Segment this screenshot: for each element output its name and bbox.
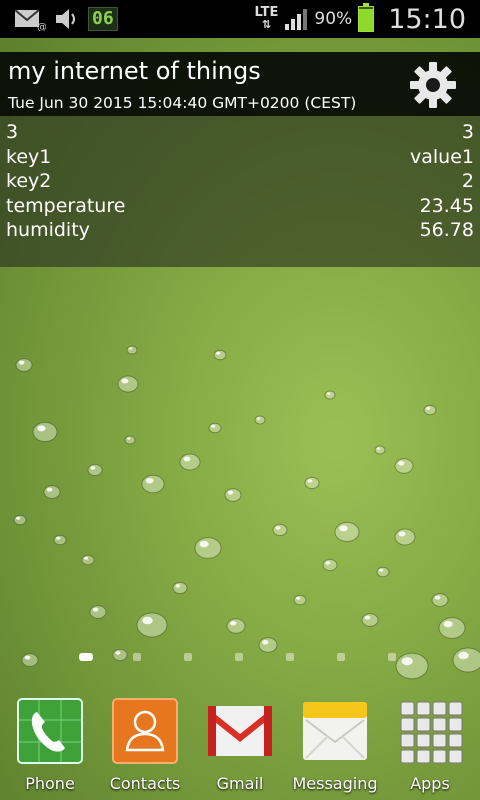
water-drop [15, 358, 33, 372]
contacts-app-button[interactable]: Contacts [97, 696, 193, 793]
water-drop [87, 463, 103, 477]
key-value-list: 3 3 key1 value1 key2 2 temperature 23.45… [0, 116, 480, 243]
water-drop [293, 594, 307, 606]
water-drop [376, 566, 390, 578]
row-key: 3 [6, 121, 19, 143]
row-key: key2 [6, 170, 52, 192]
water-drop [361, 613, 379, 627]
app-label: Contacts [109, 774, 181, 793]
app-label: Messaging [292, 774, 378, 793]
water-drop [32, 421, 58, 443]
gear-icon[interactable] [408, 60, 458, 110]
widget-title: my internet of things [8, 57, 261, 85]
water-drop [213, 349, 227, 361]
row-key: temperature [6, 194, 126, 217]
water-drop [226, 618, 246, 634]
signal-icon [285, 9, 308, 30]
water-drop [304, 476, 320, 490]
list-item: key2 2 [6, 169, 474, 194]
page-dot[interactable] [184, 653, 192, 661]
water-drop [334, 521, 360, 543]
water-drop [394, 528, 416, 546]
page-dot[interactable] [337, 653, 345, 661]
water-drop [324, 390, 336, 400]
battery-icon [358, 3, 375, 32]
water-drop [136, 612, 168, 638]
phone-icon [17, 698, 83, 764]
water-drop [423, 404, 437, 416]
apps-grid-icon [400, 701, 463, 764]
network-type: LTE ⇅ [255, 6, 279, 31]
water-drop [141, 474, 165, 494]
clock: 15:10 [388, 3, 466, 35]
battery-percent: 90% [314, 9, 353, 29]
row-value: 56.78 [419, 219, 474, 241]
apps-drawer-button[interactable]: Apps [382, 696, 478, 793]
page-dot-active[interactable] [79, 653, 93, 661]
page-indicator[interactable] [0, 650, 480, 664]
row-value: 2 [461, 170, 474, 192]
row-key: key1 [6, 145, 52, 168]
water-drop [43, 485, 61, 499]
water-drop [13, 514, 27, 526]
list-item: temperature 23.45 [6, 194, 474, 219]
list-item: 3 3 [6, 120, 474, 145]
water-drop [254, 415, 266, 425]
row-key: humidity [6, 219, 90, 241]
row-value: 3 [461, 121, 474, 143]
gmail-app-button[interactable]: Gmail [192, 696, 288, 793]
water-drop [126, 345, 138, 355]
water-drop [194, 537, 222, 559]
row-value: value1 [410, 145, 474, 168]
water-drop [431, 593, 449, 607]
dock: Phone Contacts Gmail Messaging Apps [0, 696, 480, 800]
water-drop [272, 523, 288, 537]
page-dot[interactable] [286, 653, 294, 661]
app-label: Phone [25, 774, 75, 793]
gmail-icon [208, 706, 272, 756]
volume-icon [56, 9, 75, 29]
email-notification-icon: @ [14, 9, 46, 31]
iot-widget[interactable]: my internet of things Tue Jun 30 2015 15… [0, 52, 480, 267]
list-item: key1 value1 [6, 145, 474, 170]
water-drop [89, 605, 107, 619]
water-drop [124, 435, 136, 445]
data-arrows-icon: ⇅ [261, 18, 272, 31]
water-drop [394, 458, 414, 474]
water-drop [208, 422, 222, 434]
row-value: 23.45 [419, 194, 474, 217]
messaging-icon [303, 702, 367, 760]
notification-count-badge: 06 [88, 7, 118, 31]
app-label: Gmail [216, 774, 264, 793]
water-drop [81, 554, 95, 566]
svg-text:@: @ [37, 22, 46, 31]
page-dot[interactable] [235, 653, 243, 661]
contacts-icon [112, 698, 178, 764]
water-drop [322, 558, 338, 572]
list-item: humidity 56.78 [6, 218, 474, 243]
water-drop [438, 617, 466, 639]
water-drop [117, 375, 139, 393]
page-dot[interactable] [388, 653, 396, 661]
water-drop [172, 581, 188, 595]
status-bar: @ 06 LTE ⇅ 90% 15:10 [0, 0, 480, 38]
widget-timestamp: Tue Jun 30 2015 15:04:40 GMT+0200 (CEST) [8, 94, 357, 112]
page-dot[interactable] [133, 653, 141, 661]
phone-app-button[interactable]: Phone [2, 696, 98, 793]
water-drop [374, 445, 386, 455]
water-drop [224, 488, 242, 502]
widget-header: my internet of things Tue Jun 30 2015 15… [0, 52, 480, 116]
messaging-app-button[interactable]: Messaging [287, 696, 383, 793]
water-drop [53, 534, 67, 546]
water-drop [179, 453, 201, 471]
app-label: Apps [410, 774, 450, 793]
